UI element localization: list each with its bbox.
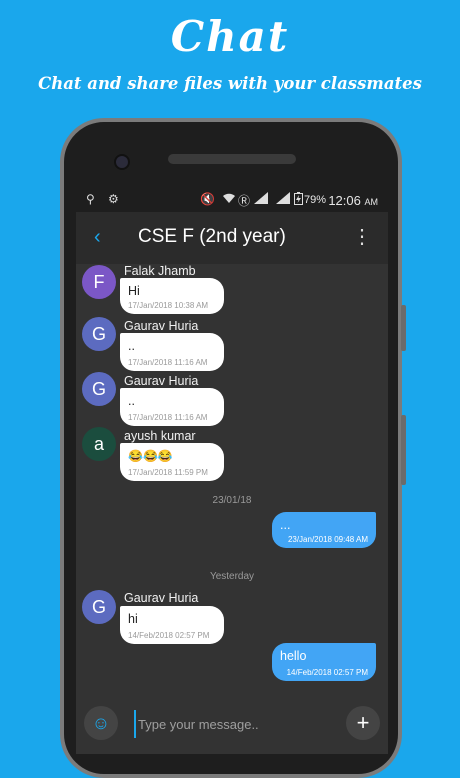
message-timestamp: 14/Feb/2018 02:57 PM: [286, 668, 368, 677]
promo-title: Chat: [170, 12, 290, 61]
outgoing-message-bubble[interactable]: hello 14/Feb/2018 02:57 PM: [272, 643, 376, 681]
message-text: hi: [128, 612, 138, 626]
message-text: ..: [128, 394, 135, 408]
avatar[interactable]: G: [82, 372, 116, 406]
front-camera: [114, 154, 130, 170]
signal-2-icon: [276, 192, 290, 207]
battery-charging-icon: [294, 192, 303, 208]
avatar[interactable]: G: [82, 590, 116, 624]
message-timestamp: 17/Jan/2018 11:59 PM: [128, 468, 208, 477]
message-bubble[interactable]: 😂😂😂 17/Jan/2018 11:59 PM: [120, 443, 224, 481]
message-bubble[interactable]: Hi 17/Jan/2018 10:38 AM: [120, 278, 224, 314]
date-separator: 23/01/18: [212, 495, 252, 506]
mute-icon: 🔇: [200, 192, 215, 206]
message-bubble[interactable]: hi 14/Feb/2018 02:57 PM: [120, 606, 224, 644]
message-timestamp: 14/Feb/2018 02:57 PM: [128, 631, 210, 640]
avatar[interactable]: F: [82, 265, 116, 299]
clock: 12:06 AM: [328, 193, 378, 208]
phone-screen: ⚲ ⚙ 🔇 Ⓡ 79% 12:06 AM ‹ CSE F (2nd year) …: [76, 188, 388, 754]
message-sender: ayush kumar: [124, 429, 196, 443]
clock-time: 12:06: [328, 193, 361, 208]
message-sender: Gaurav Huria: [124, 319, 199, 333]
chat-title: CSE F (2nd year): [138, 226, 286, 247]
plus-icon: +: [356, 710, 370, 735]
power-button: [401, 305, 406, 351]
android-debug-icon: ⚙: [108, 192, 119, 206]
message-input[interactable]: [134, 710, 340, 738]
message-text: 😂😂😂: [128, 449, 173, 463]
message-bubble[interactable]: .. 17/Jan/2018 11:16 AM: [120, 388, 224, 426]
clock-ampm: AM: [364, 197, 379, 207]
chat-toolbar: ‹ CSE F (2nd year) ⋮: [76, 212, 388, 264]
message-sender: Falak Jhamb: [124, 264, 196, 278]
avatar[interactable]: G: [82, 317, 116, 351]
avatar[interactable]: a: [82, 427, 116, 461]
battery-percentage: 79%: [303, 194, 326, 206]
message-sender: Gaurav Huria: [124, 374, 199, 388]
back-arrow-icon[interactable]: ‹: [94, 226, 101, 249]
data-saver-icon: Ⓡ: [238, 194, 251, 208]
message-timestamp: 17/Jan/2018 11:16 AM: [128, 358, 208, 367]
message-text: hello: [280, 649, 307, 663]
message-bubble[interactable]: .. 17/Jan/2018 11:16 AM: [120, 333, 224, 371]
message-text: ...: [280, 518, 291, 532]
smiley-icon: ☺: [91, 713, 111, 733]
outgoing-message-bubble[interactable]: ... 23/Jan/2018 09:48 AM: [272, 512, 376, 548]
more-options-icon[interactable]: ⋮: [352, 224, 372, 249]
emoji-button[interactable]: ☺: [84, 706, 118, 740]
date-separator: Yesterday: [209, 571, 255, 582]
promo-subtitle: Chat and share files with your classmate…: [38, 74, 422, 93]
status-bar: ⚲ ⚙ 🔇 Ⓡ 79% 12:06 AM: [76, 188, 388, 212]
signal-icon: [254, 192, 268, 207]
message-timestamp: 17/Jan/2018 11:16 AM: [128, 413, 208, 422]
message-timestamp: 17/Jan/2018 10:38 AM: [128, 301, 209, 310]
message-sender: Gaurav Huria: [124, 591, 199, 605]
attach-button[interactable]: +: [346, 706, 380, 740]
message-timestamp: 23/Jan/2018 09:48 AM: [287, 535, 368, 544]
volume-button: [401, 415, 406, 485]
earpiece-speaker: [168, 154, 296, 164]
message-text: Hi: [128, 284, 140, 298]
wifi-icon: [222, 192, 236, 207]
message-input-bar: ☺ +: [76, 696, 388, 754]
message-text: ..: [128, 339, 135, 353]
usb-icon: ⚲: [86, 192, 95, 206]
